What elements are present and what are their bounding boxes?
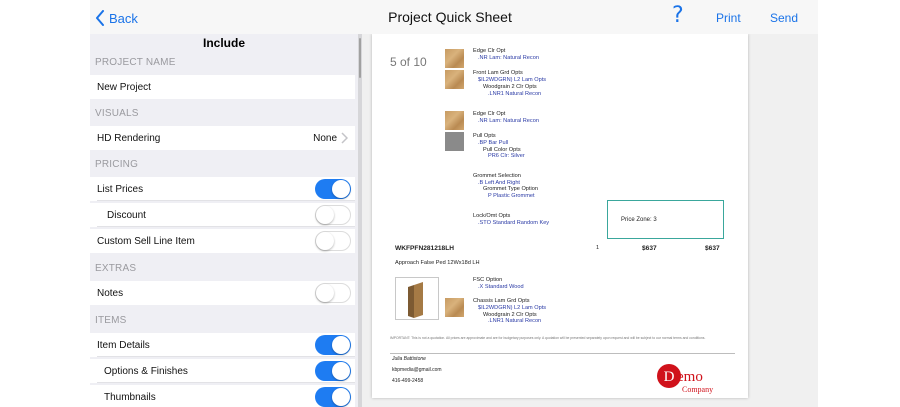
custom-sell-row: Custom Sell Line Item (90, 229, 355, 253)
option-value: $IL2WDGRN) L2 Lam Opts (478, 77, 547, 83)
item-details-label: Item Details (97, 339, 150, 351)
include-panel: Include PROJECT NAME New Project VISUALS… (90, 34, 358, 407)
color-swatch (445, 132, 464, 151)
discount-row: Discount (90, 203, 355, 227)
option-title: Lock/Omt Opts (473, 213, 511, 219)
thumbnails-row: Thumbnails (90, 385, 355, 407)
option-value: .BP Bar Pull (478, 140, 509, 146)
print-button[interactable]: Print (716, 11, 741, 25)
list-prices-toggle[interactable] (315, 179, 351, 199)
option-title: Chassis Lam Grd Opts (473, 298, 530, 304)
section-header-visuals: VISUALS (95, 108, 139, 119)
panel-title: Include (202, 36, 245, 50)
item-description: Approach False Ped 12Wx18d LH (395, 260, 480, 266)
svg-text:D: D (664, 369, 675, 385)
wood-swatch (445, 298, 464, 317)
project-name-field[interactable]: New Project (90, 75, 355, 99)
send-button[interactable]: Send (770, 11, 798, 25)
option-subtitle: Woodgrain 2 Clr Opts (483, 84, 537, 90)
section-header-extras: EXTRAS (95, 263, 137, 274)
item-details-row: Item Details (90, 333, 355, 357)
scrollbar[interactable] (359, 38, 361, 78)
nav-bar: Back Project Quick Sheet ? Print Send (0, 0, 900, 34)
hd-rendering-row[interactable]: HD Rendering None (90, 126, 355, 150)
svg-text:emo: emo (677, 369, 703, 385)
wood-swatch (445, 111, 464, 130)
option-value: P Plastic Grommet (488, 193, 535, 199)
hd-rendering-value: None (313, 132, 337, 144)
item-price: $637 (642, 245, 657, 252)
option-value: $IL2WDGRN) L2 Lam Opts (478, 305, 547, 311)
option-value: .LNR1 Natural Recon (488, 91, 542, 97)
page-indicator: 5 of 10 (390, 55, 427, 69)
option-value: .LNR1 Natural Recon (488, 318, 542, 324)
notes-toggle[interactable] (315, 283, 351, 303)
list-prices-label: List Prices (97, 183, 144, 195)
product-thumbnail (395, 277, 439, 320)
custom-sell-toggle[interactable] (315, 231, 351, 251)
document-page: 5 of 10 Edge Clr Opt .NR Lam: Natural Re… (372, 34, 748, 398)
item-details-toggle[interactable] (315, 335, 351, 355)
option-title: Front Lam Grd Opts (473, 70, 523, 76)
list-prices-row: List Prices (90, 177, 355, 201)
options-finishes-toggle[interactable] (315, 361, 351, 381)
custom-sell-label: Custom Sell Line Item (97, 235, 195, 247)
thumbnails-toggle[interactable] (315, 387, 351, 407)
option-subtitle: Grommet Type Option (483, 186, 538, 192)
hd-rendering-label: HD Rendering (97, 132, 161, 144)
section-header-project-name: PROJECT NAME (95, 57, 176, 68)
thumbnails-label: Thumbnails (104, 391, 156, 403)
wood-swatch (445, 49, 464, 68)
option-title: Edge Clr Opt (473, 111, 506, 117)
item-total: $637 (705, 245, 720, 252)
notes-label: Notes (97, 287, 124, 299)
section-header-pricing: PRICING (95, 159, 139, 170)
option-title: Edge Clr Opt (473, 48, 506, 54)
discount-toggle[interactable] (315, 205, 351, 225)
wood-swatch (445, 70, 464, 89)
company-logo: D emo Company (655, 356, 725, 396)
chevron-right-icon (341, 132, 348, 144)
option-value: .NR Lam: Natural Recon (478, 55, 539, 61)
item-quantity: 1 (596, 245, 600, 251)
document-preview[interactable]: 5 of 10 Edge Clr Opt .NR Lam: Natural Re… (362, 34, 818, 407)
contact-name: Julia Battistone (392, 356, 426, 362)
item-code: WKFPFN281218LH (395, 245, 454, 252)
option-value: PR6 Clr: Silver (488, 153, 525, 159)
notes-row: Notes (90, 281, 355, 305)
disclaimer-text: IMPORTANT: This is not a quotation. All … (390, 336, 706, 340)
help-button[interactable]: ? (672, 3, 684, 28)
option-value: .X Standard Wood (478, 284, 524, 290)
contact-email: kbpmedia@gmail.com (392, 367, 442, 373)
price-zone-label: Price Zone: 3 (621, 217, 657, 223)
option-title: Grommet Selection (473, 173, 521, 179)
contact-phone: 416-499-2458 (392, 378, 424, 384)
options-finishes-row: Options & Finishes (90, 359, 355, 383)
svg-text:Company: Company (682, 385, 713, 394)
section-header-items: ITEMS (95, 315, 127, 326)
page-title: Project Quick Sheet (388, 9, 512, 25)
option-title: FSC Option (473, 277, 503, 283)
option-value: .STO Standard Random Key (478, 220, 550, 226)
option-title: Pull Opts (473, 133, 496, 139)
price-zone-box: Price Zone: 3 (607, 200, 724, 239)
option-value: .NR Lam: Natural Recon (478, 118, 539, 124)
footer-divider (390, 353, 735, 354)
project-name-value: New Project (97, 81, 151, 93)
discount-label: Discount (107, 209, 146, 221)
options-finishes-label: Options & Finishes (104, 365, 188, 377)
